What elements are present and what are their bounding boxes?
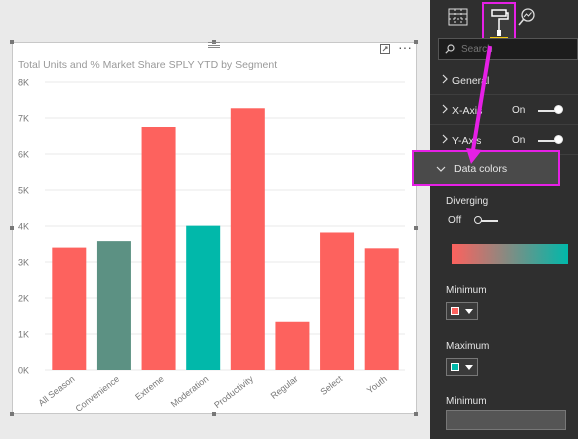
maximum-label: Maximum <box>446 341 490 352</box>
chevron-right-icon <box>442 74 448 84</box>
analytics-magnifier-icon[interactable] <box>518 8 536 26</box>
y-tick-label: 3K <box>18 258 29 268</box>
bar <box>230 108 265 370</box>
section-general-label: General <box>452 75 490 87</box>
section-data-colors-label: Data colors <box>454 163 508 175</box>
bar <box>275 321 310 370</box>
y-tick-label: 6K <box>18 150 29 160</box>
bar <box>186 225 221 370</box>
minimum-color-picker[interactable] <box>446 302 478 320</box>
search-input[interactable] <box>461 42 571 56</box>
section-y-axis-label: Y-Axis <box>452 135 482 147</box>
diverging-toggle[interactable] <box>474 216 498 224</box>
x-tick-label: Youth <box>365 374 389 396</box>
section-x-axis[interactable]: X-Axis On <box>430 97 578 125</box>
dropdown-arrow-icon <box>465 309 473 314</box>
x-tick-label: All Season <box>36 374 76 408</box>
x-tick-label: Extreme <box>133 374 166 403</box>
chart-plot: 0K 1K 2K 3K 4K 5K 6K 7K 8K All SeasonConvenience E… <box>18 78 405 414</box>
y-tick-label: 2K <box>18 294 29 304</box>
y-tick-label: 8K <box>18 78 29 88</box>
minimum-value-label: Minimum <box>446 396 487 407</box>
search-icon <box>445 44 455 54</box>
section-data-colors[interactable]: Data colors <box>412 150 560 186</box>
x-tick-label: Regular <box>269 374 300 401</box>
bar <box>320 232 355 370</box>
y-tick-label: 7K <box>18 114 29 124</box>
y-tick-label: 0K <box>18 366 29 376</box>
y-tick-label: 1K <box>18 330 29 340</box>
minimum-label: Minimum <box>446 285 487 296</box>
y-axis-state-label: On <box>512 135 526 146</box>
section-general[interactable]: General <box>430 67 578 95</box>
chevron-right-icon <box>442 104 448 114</box>
diverging-label: Diverging <box>446 196 489 207</box>
y-axis-toggle[interactable] <box>538 135 563 144</box>
bar <box>52 247 87 370</box>
y-tick-label: 5K <box>18 186 29 196</box>
x-axis-state-label: On <box>512 105 526 116</box>
y-tick-label: 4K <box>18 222 29 232</box>
chevron-down-icon <box>436 166 446 172</box>
dropdown-arrow-icon <box>465 365 473 370</box>
paint-roller-icon <box>490 9 509 39</box>
x-axis-toggle[interactable] <box>538 105 563 114</box>
maximum-color-swatch <box>451 363 459 371</box>
maximum-color-picker[interactable] <box>446 358 478 376</box>
bar <box>364 248 399 370</box>
x-tick-label: Moderation <box>169 374 211 410</box>
color-gradient-bar <box>452 244 568 264</box>
search-box[interactable] <box>438 38 578 60</box>
diverging-state-label: Off <box>448 215 462 226</box>
bar <box>96 241 131 370</box>
minimum-value-input[interactable] <box>446 410 566 430</box>
minimum-color-swatch <box>451 307 459 315</box>
chevron-right-icon <box>442 134 448 144</box>
fields-table-icon[interactable] <box>448 8 468 26</box>
x-tick-label: Productivity <box>212 373 255 410</box>
pane-tabs <box>430 0 578 44</box>
bar <box>141 127 176 370</box>
x-tick-label: Convenience <box>74 374 122 414</box>
x-tick-label: Select <box>318 373 344 397</box>
section-x-axis-label: X-Axis <box>452 105 483 117</box>
